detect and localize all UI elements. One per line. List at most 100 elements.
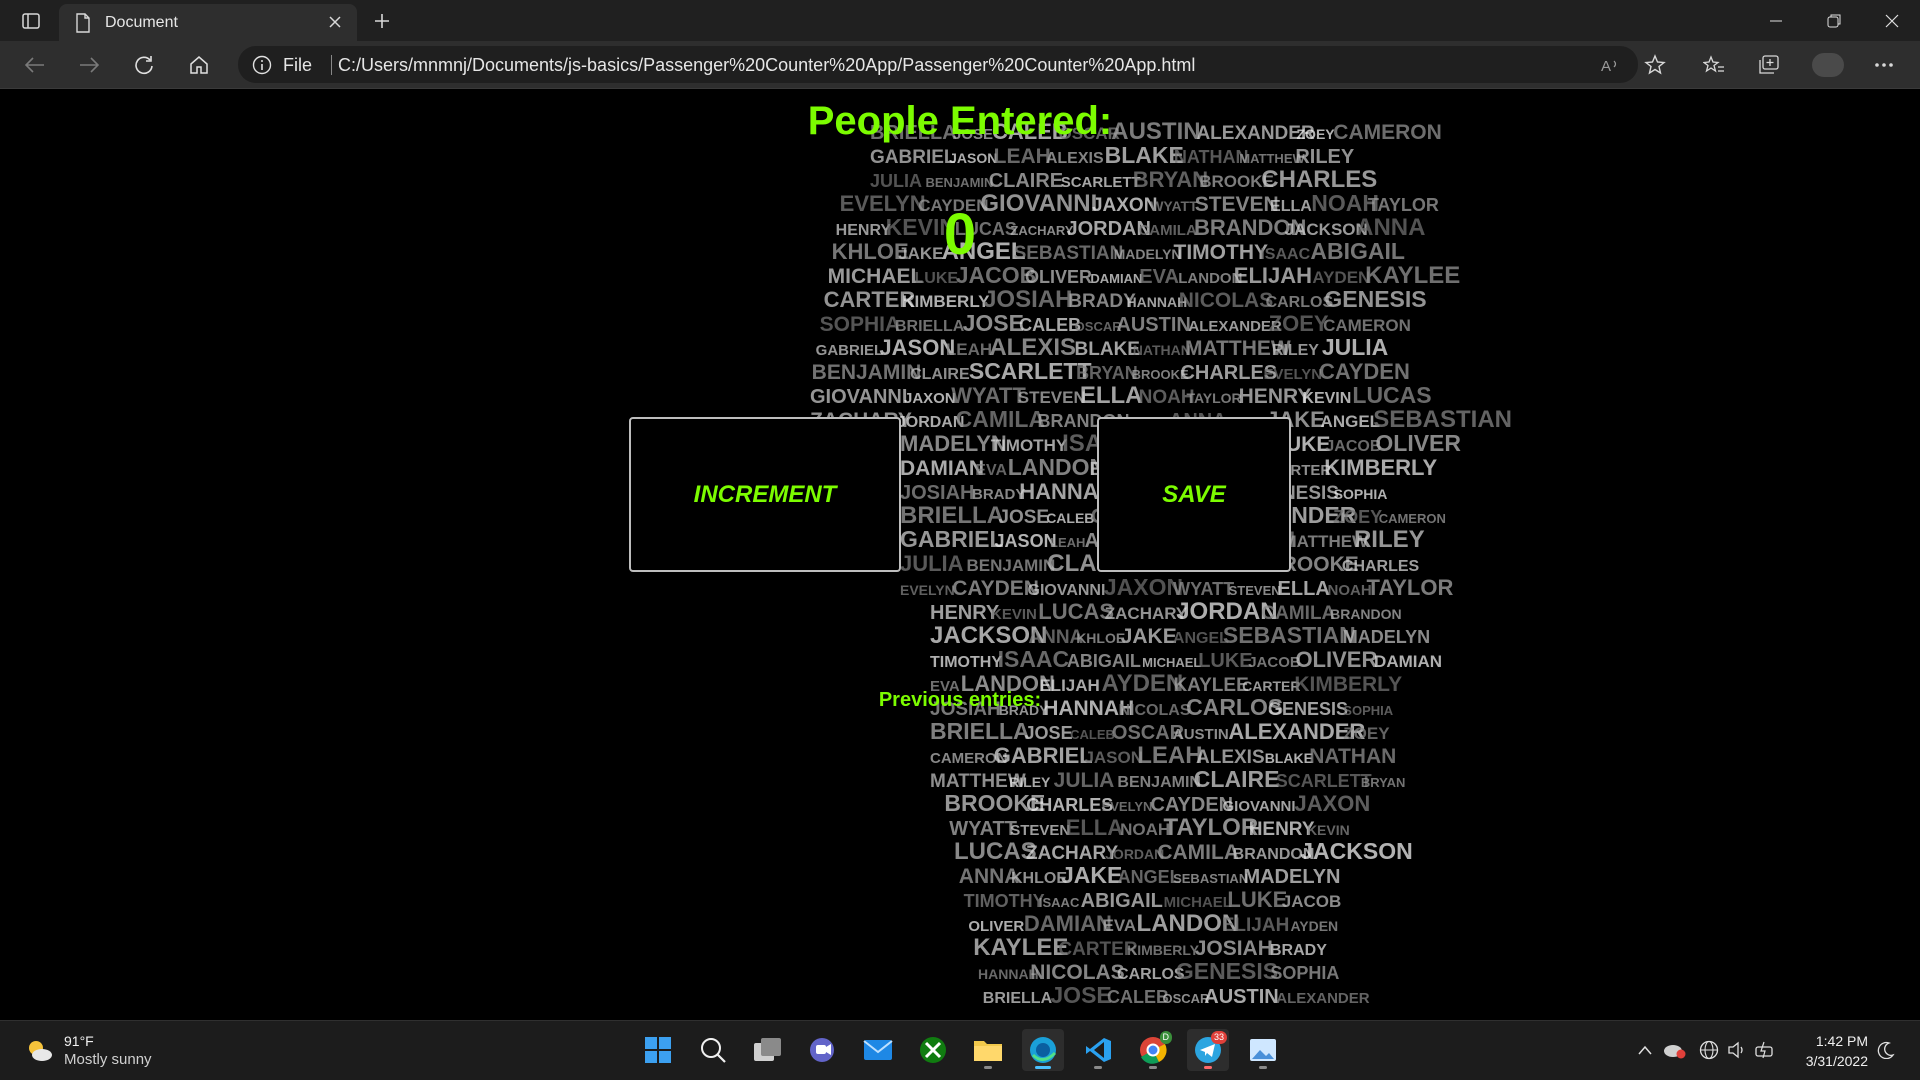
- background-name-word: JASON: [1084, 748, 1143, 767]
- background-name-word: HENRY: [1239, 385, 1312, 408]
- system-clock[interactable]: 1:42 PM 3/31/2022: [1796, 1031, 1868, 1071]
- close-window-button[interactable]: [1864, 0, 1920, 41]
- previous-entries-label: Previous entries:: [878, 689, 1042, 711]
- background-name-word: JOSIAH: [983, 286, 1072, 313]
- background-name-word: BRIELLA: [900, 502, 1004, 529]
- browser-tab[interactable]: Document: [59, 4, 357, 41]
- telegram-icon[interactable]: 33: [1187, 1029, 1229, 1071]
- xbox-icon[interactable]: [912, 1029, 954, 1071]
- background-name-word: EVELYN: [1102, 799, 1153, 814]
- do-not-disturb-moon-icon[interactable]: [1873, 1036, 1899, 1064]
- page-heading: People Entered:: [807, 99, 1113, 143]
- new-tab-button[interactable]: [368, 7, 396, 35]
- background-name-word: ELLA: [1066, 815, 1124, 840]
- background-name-word: WYATT: [949, 818, 1017, 840]
- background-name-word: BRANDON: [1330, 606, 1402, 622]
- start-button[interactable]: [637, 1029, 679, 1071]
- restore-button[interactable]: [1806, 0, 1862, 41]
- background-name-word: NATHAN: [1133, 342, 1191, 358]
- tab-actions-icon[interactable]: [14, 8, 48, 34]
- background-name-word: JULIA: [900, 551, 964, 576]
- read-aloud-icon[interactable]: A: [1596, 52, 1624, 78]
- save-button[interactable]: SAVE: [1097, 417, 1291, 572]
- show-hidden-icons-chevron-icon[interactable]: [1632, 1036, 1658, 1064]
- background-name-word: SOPHIA: [820, 313, 901, 336]
- background-name-word: BENJAMIN: [1117, 774, 1201, 791]
- battery-icon[interactable]: [1752, 1036, 1778, 1064]
- background-name-word: JAXON: [904, 390, 956, 407]
- add-favorite-icon[interactable]: [1642, 52, 1670, 78]
- background-name-word: ANGEL: [1118, 867, 1181, 887]
- background-name-word: CAMERON: [1379, 511, 1446, 526]
- background-name-word: GABRIEL: [816, 342, 884, 359]
- file-explorer-icon[interactable]: [967, 1029, 1009, 1071]
- profile-avatar[interactable]: [1812, 53, 1844, 77]
- background-name-word: GABRIEL: [900, 526, 1004, 552]
- background-name-word: RILEY: [1009, 774, 1051, 790]
- vscode-icon[interactable]: [1077, 1029, 1119, 1071]
- task-view-icon[interactable]: [747, 1029, 789, 1071]
- page-viewport: BRIELLA JOSE CALEB OSCAR AUSTIN ALEXANDER ZOEY…: [0, 89, 1920, 1020]
- background-name-word: WYATT: [951, 383, 1026, 408]
- volume-icon[interactable]: [1724, 1036, 1750, 1064]
- background-name-word: CLAIRE: [1194, 766, 1280, 792]
- collections-icon[interactable]: [1752, 49, 1786, 81]
- info-icon[interactable]: [252, 55, 272, 80]
- clock-time: 1:42 PM: [1815, 1033, 1868, 1049]
- language-globe-icon[interactable]: [1696, 1036, 1722, 1064]
- background-name-word: EVA: [1103, 916, 1137, 935]
- background-name-word: CALEB: [1070, 727, 1115, 742]
- favorites-icon[interactable]: [1697, 49, 1731, 81]
- search-icon[interactable]: [692, 1029, 734, 1071]
- background-name-word: JULIA: [1322, 334, 1388, 360]
- background-name-word: BRYAN: [1361, 775, 1406, 790]
- address-separator: [331, 55, 332, 75]
- edge-browser-icon[interactable]: [1022, 1029, 1064, 1071]
- background-name-word: GABRIEL: [870, 147, 956, 168]
- background-name-word: BRADY: [1270, 942, 1327, 959]
- background-name-word: CAMILA: [956, 406, 1045, 432]
- background-name-word: JASON: [879, 335, 955, 360]
- background-name-word: AYDEN: [1312, 268, 1370, 287]
- background-name-word: MADELYN: [1343, 627, 1430, 647]
- mail-icon[interactable]: [857, 1029, 899, 1071]
- background-name-word: LUCAS: [1038, 599, 1114, 624]
- background-name-word: CALEB: [1019, 315, 1081, 335]
- background-name-word: STEVEN: [1018, 388, 1086, 407]
- background-name-word: BRYAN: [1133, 167, 1208, 192]
- back-button[interactable]: [17, 49, 53, 81]
- background-name-word: NATHAN: [1309, 745, 1396, 768]
- background-name-word: JOSIAH: [1195, 937, 1273, 960]
- home-button[interactable]: [181, 49, 217, 81]
- background-name-word: SOPHIA: [1334, 486, 1388, 502]
- minimize-button[interactable]: [1748, 0, 1804, 41]
- background-name-word: JAKE: [1061, 862, 1122, 888]
- background-name-word: MADELYN: [1243, 866, 1340, 888]
- photos-icon[interactable]: [1242, 1029, 1284, 1071]
- chrome-profile-badge: D: [1159, 1031, 1172, 1044]
- onedrive-error-icon[interactable]: [1661, 1036, 1687, 1064]
- background-name-word: JACOB: [1282, 892, 1342, 911]
- background-name-word: LEAH: [946, 340, 992, 359]
- refresh-button[interactable]: [126, 49, 162, 81]
- weather-widget[interactable]: 91°F Mostly sunny: [24, 1031, 184, 1071]
- weather-temperature: 91°F: [64, 1033, 94, 1049]
- background-name-word: JOSE: [998, 507, 1049, 528]
- background-name-word: ALEXIS: [1046, 150, 1104, 167]
- chrome-icon[interactable]: D: [1132, 1029, 1174, 1071]
- background-name-word: HENRY: [930, 602, 1000, 624]
- address-bar[interactable]: File C:/Users/mnmnj/Documents/js-basics/…: [238, 46, 1638, 83]
- scheme-label: File: [283, 55, 313, 75]
- url-text[interactable]: C:/Users/mnmnj/Documents/js-basics/Passe…: [338, 55, 1195, 76]
- background-name-word: EVELYN: [900, 582, 955, 598]
- teams-chat-icon[interactable]: [802, 1029, 844, 1071]
- increment-button[interactable]: INCREMENT: [629, 417, 901, 572]
- tab-close-icon[interactable]: [323, 10, 347, 34]
- background-name-word: ELIJAH: [1222, 915, 1290, 936]
- background-name-word: ALEXIS: [989, 334, 1076, 361]
- background-name-word: EVELYN: [1263, 366, 1322, 383]
- forward-button[interactable]: [71, 49, 107, 81]
- background-name-word: EVA: [1139, 266, 1179, 288]
- background-name-word: ZOEY: [1333, 507, 1382, 527]
- more-options-icon[interactable]: [1867, 49, 1901, 81]
